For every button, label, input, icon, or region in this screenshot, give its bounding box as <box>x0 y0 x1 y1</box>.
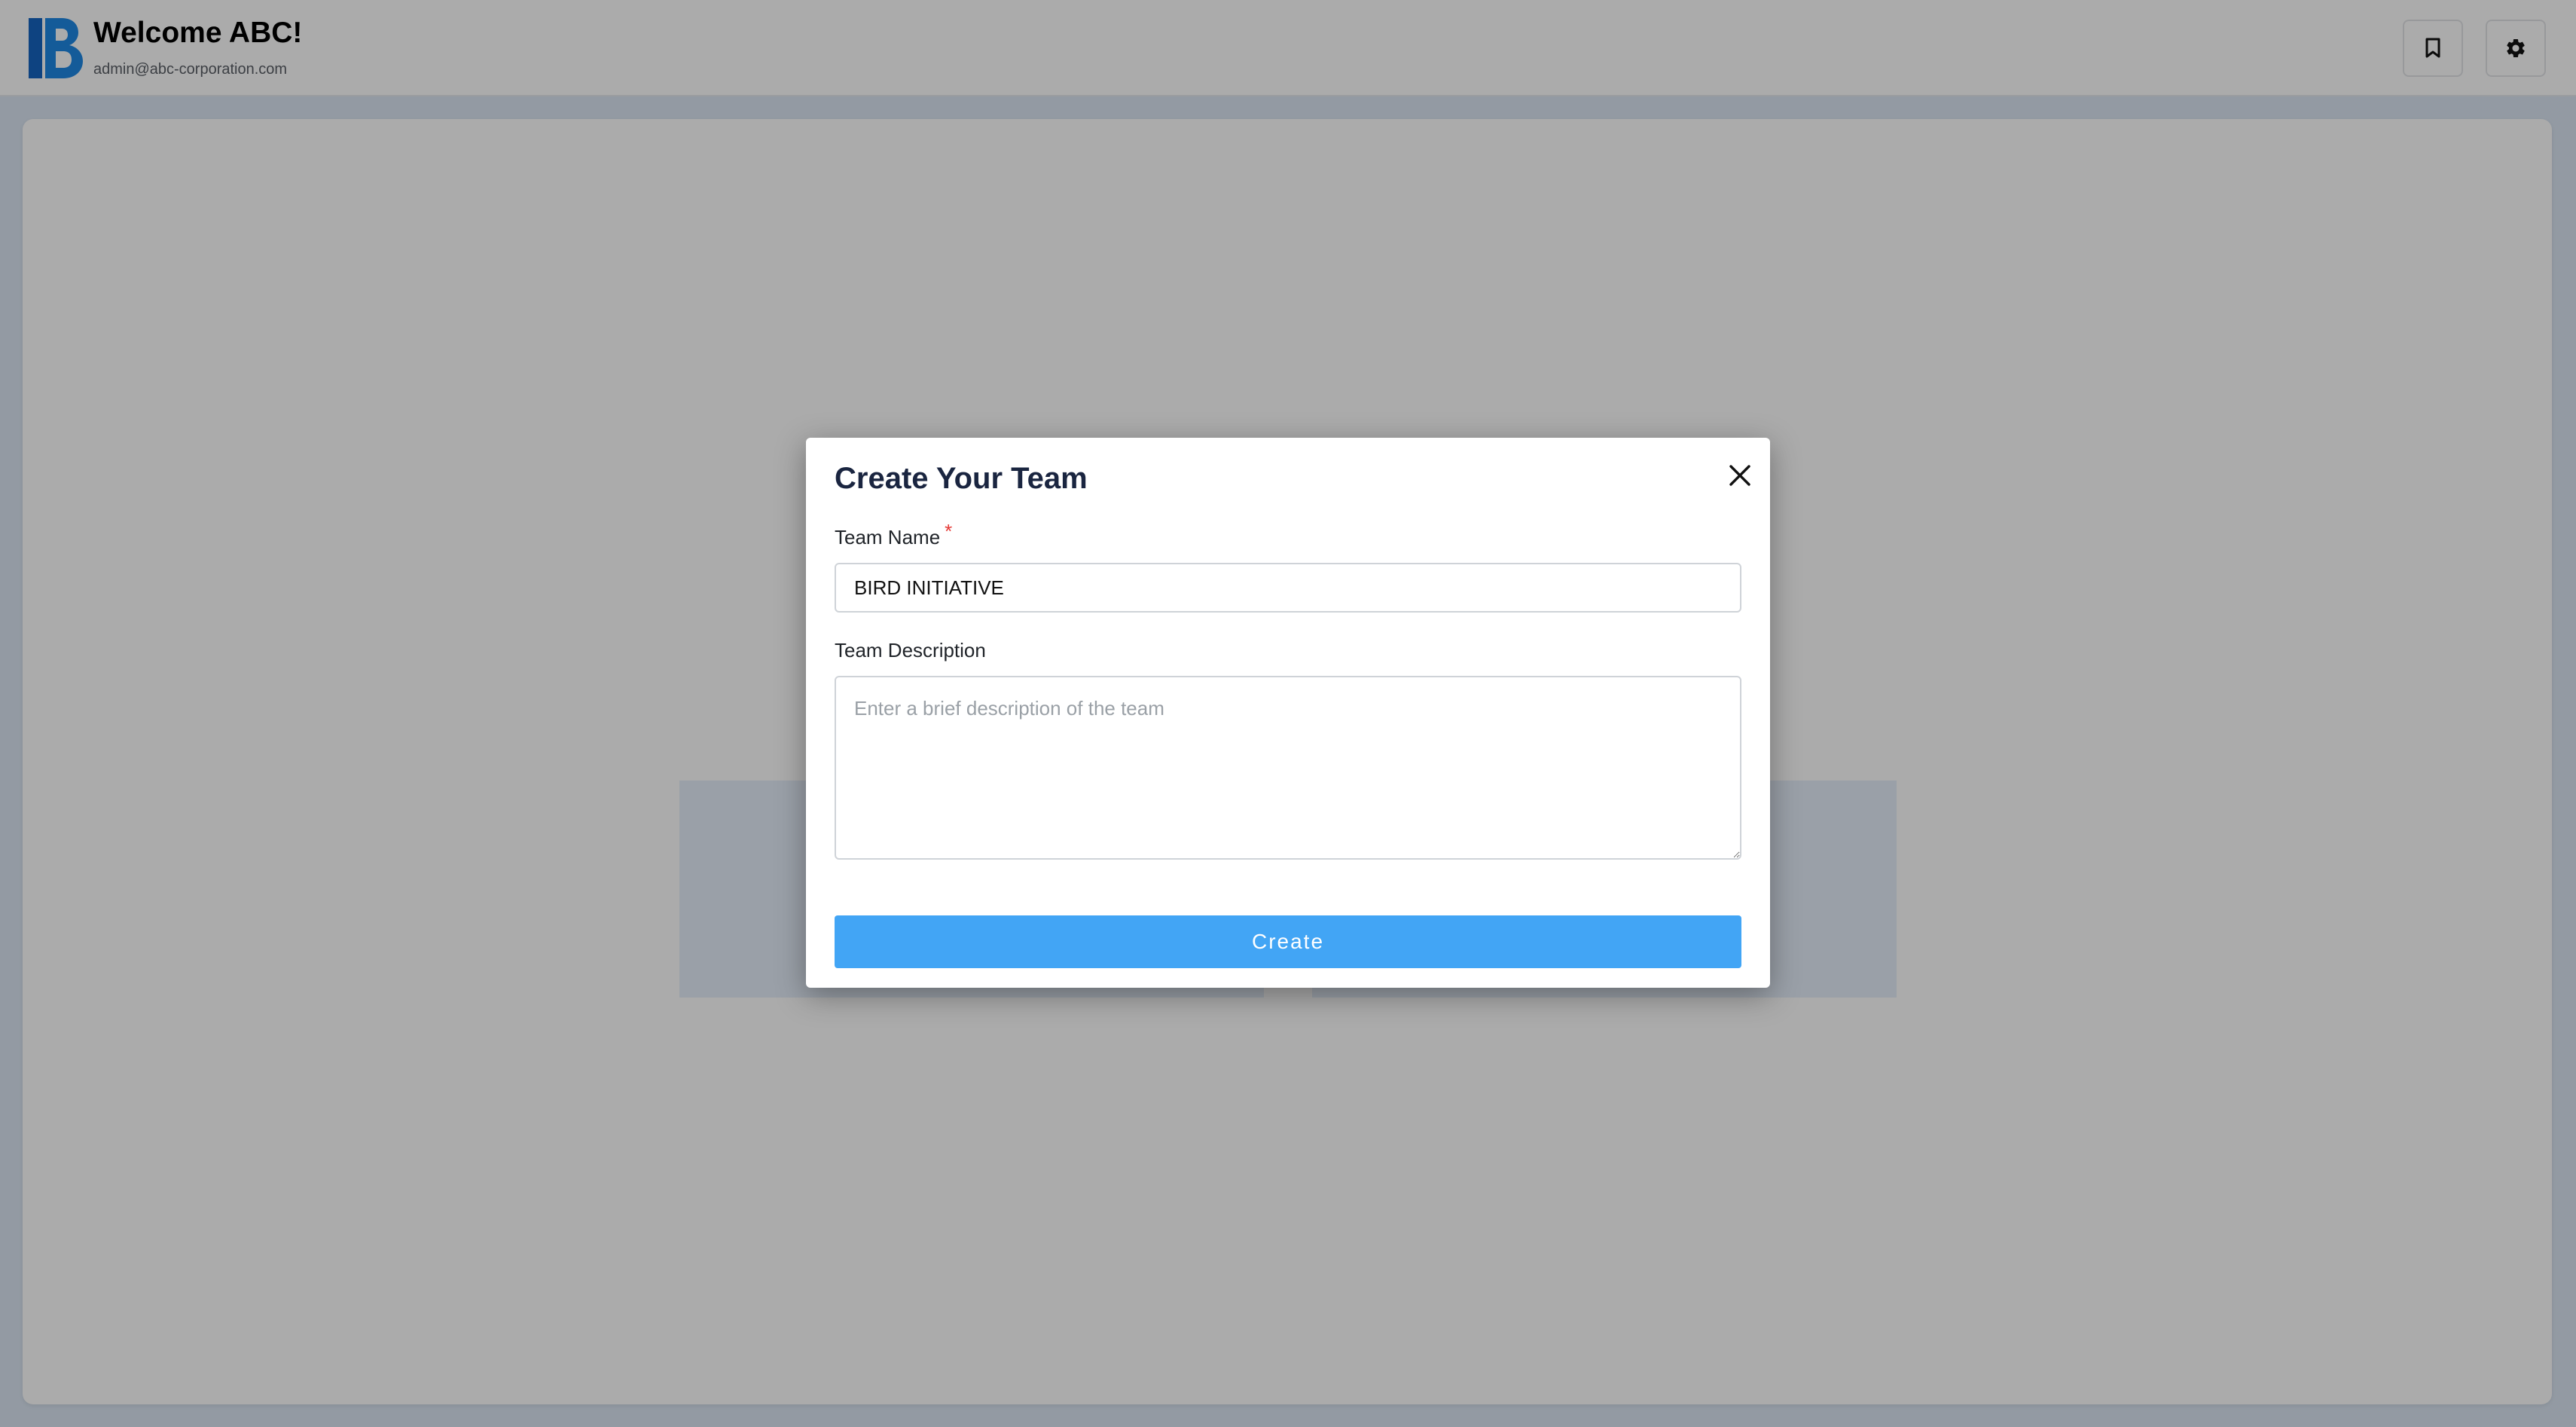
team-description-textarea[interactable] <box>835 676 1741 860</box>
close-icon <box>1729 465 1750 486</box>
create-team-dialog: Create Your Team Team Name* Team Descrip… <box>806 438 1770 988</box>
close-button[interactable] <box>1723 459 1757 492</box>
team-name-label-text: Team Name <box>835 526 941 548</box>
team-name-label: Team Name * <box>835 520 952 549</box>
team-description-label: Team Description <box>835 639 986 662</box>
dialog-title: Create Your Team <box>835 462 1088 495</box>
team-name-input[interactable] <box>835 563 1741 613</box>
create-button[interactable]: Create <box>835 915 1741 968</box>
required-marker: * <box>945 520 953 542</box>
